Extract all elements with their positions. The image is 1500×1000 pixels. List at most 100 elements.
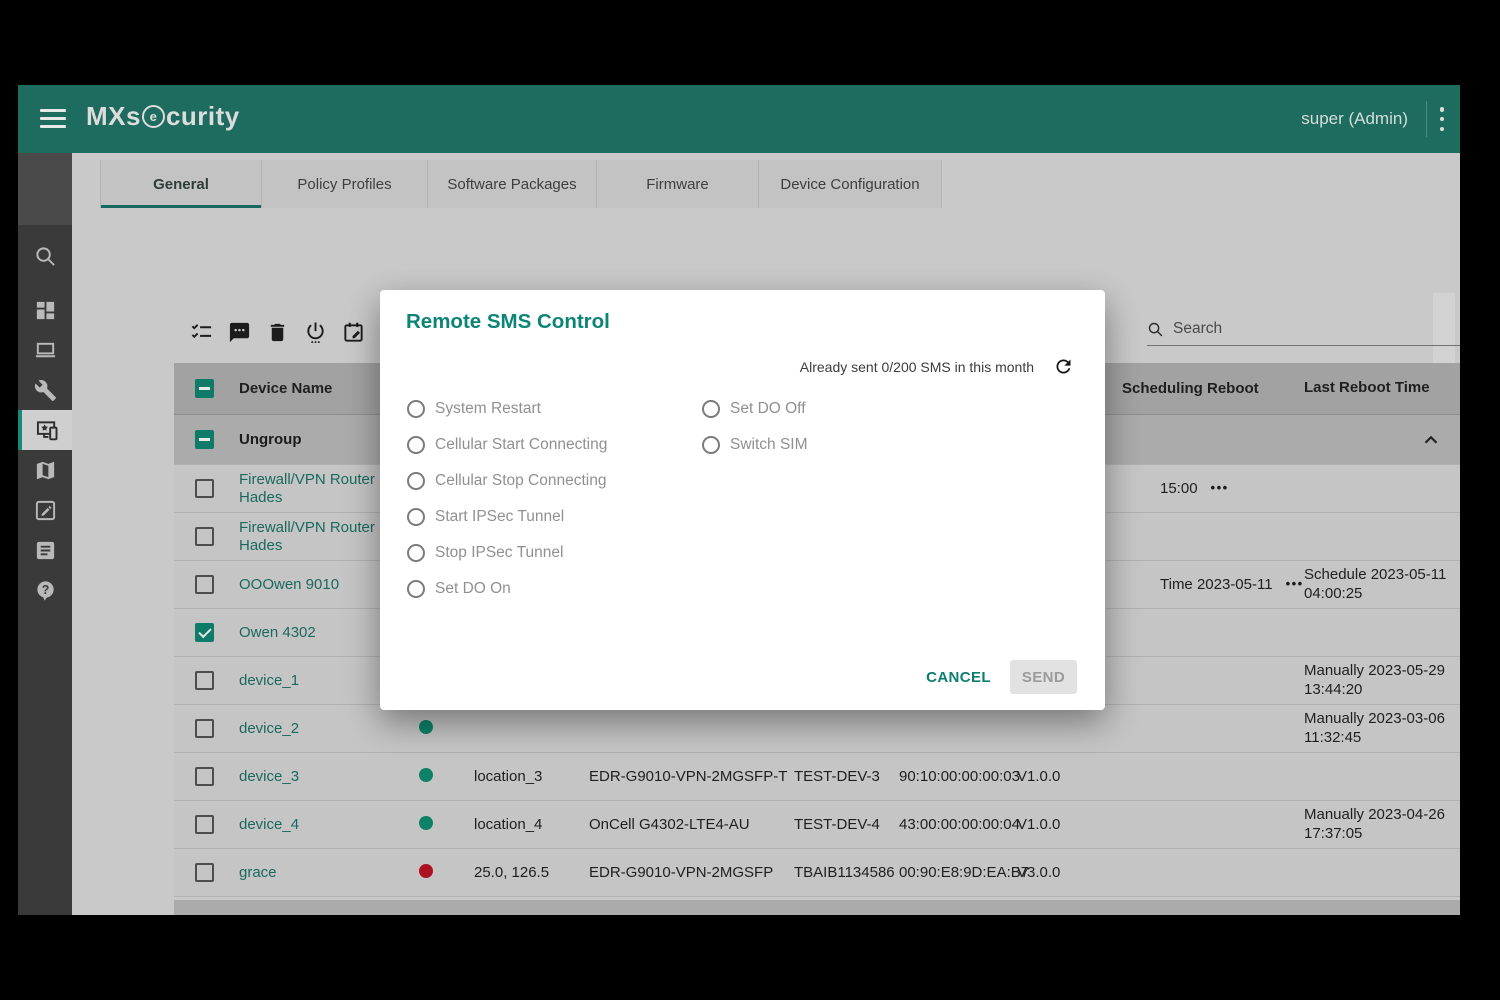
search-icon: [34, 245, 57, 268]
sms-option-stop-ipsec-tunnel[interactable]: Stop IPSec Tunnel: [407, 542, 607, 564]
cell-firmware-version: V1.0.0: [1015, 816, 1102, 833]
sidebar-item-search[interactable]: [18, 236, 72, 276]
cell-firmware-version: V1.0.0: [1015, 768, 1102, 785]
radio-icon[interactable]: [407, 472, 425, 490]
cell-last-reboot-time: Schedule 2023-05-11 04:00:25: [1304, 566, 1460, 604]
row-checkbox[interactable]: [195, 527, 214, 546]
tab-label: Software Packages: [447, 176, 576, 193]
delete-button[interactable]: [258, 313, 296, 351]
search-input[interactable]: [1171, 319, 1455, 339]
svg-text:?: ?: [41, 582, 49, 596]
sms-option-set-do-on[interactable]: Set DO On: [407, 578, 607, 600]
cell-mac: 00:90:E8:9D:EA:B7: [897, 864, 1015, 881]
table-row[interactable]: device_4location_4OnCell G4302-LTE4-AUTE…: [174, 801, 1460, 849]
device-name-link[interactable]: Firewall/VPN Router Hades: [239, 471, 375, 506]
top-bar: MXsecurity super (Admin): [18, 85, 1460, 153]
sms-option-cellular-start-connecting[interactable]: Cellular Start Connecting: [407, 434, 607, 456]
row-checkbox[interactable]: [195, 863, 214, 882]
more-icon[interactable]: •••: [1211, 480, 1229, 495]
send-button[interactable]: SEND: [1010, 660, 1077, 694]
sms-button[interactable]: [220, 313, 258, 351]
device-name-link[interactable]: Owen 4302: [239, 624, 316, 641]
tab-general[interactable]: General: [100, 160, 262, 208]
sms-quota-row: Already sent 0/200 SMS in this month: [800, 356, 1074, 377]
device-name-link[interactable]: OOOwen 9010: [239, 576, 339, 593]
radio-icon[interactable]: [702, 400, 720, 418]
license-icon: [34, 499, 57, 522]
radio-icon[interactable]: [407, 436, 425, 454]
kebab-menu-icon[interactable]: [1432, 107, 1452, 131]
sidebar-item-help[interactable]: ?: [18, 570, 72, 610]
table-row[interactable]: device_2Manually 2023-03-06 11:32:45: [174, 705, 1460, 753]
row-checkbox[interactable]: [195, 623, 214, 642]
device-name-link[interactable]: device_4: [239, 816, 299, 833]
sidebar-item-dashboard[interactable]: [18, 290, 72, 330]
sidebar: ?: [18, 153, 72, 915]
cell-serial: TBAIB1134586: [790, 864, 897, 881]
device-name-link[interactable]: Firewall/VPN Router Hades: [239, 519, 375, 554]
cell-mac: 43:00:00:00:00:04: [897, 816, 1015, 833]
chevron-up-icon[interactable]: [1420, 429, 1442, 451]
topbar-divider: [1426, 101, 1427, 137]
device-name-link[interactable]: grace: [239, 864, 277, 881]
cell-mac: 90:10:00:00:00:03: [897, 768, 1015, 785]
brand-pre: s: [126, 101, 141, 132]
tab-software-packages[interactable]: Software Packages: [428, 160, 597, 208]
help-icon: ?: [34, 579, 57, 602]
sidebar-item-map[interactable]: [18, 450, 72, 490]
device-name-link[interactable]: device_2: [239, 720, 299, 737]
sidebar-item-devices[interactable]: [18, 330, 72, 370]
option-label: Switch SIM: [730, 436, 808, 454]
cancel-button[interactable]: CANCEL: [916, 661, 1001, 694]
sidebar-item-logs[interactable]: [18, 530, 72, 570]
sms-option-start-ipsec-tunnel[interactable]: Start IPSec Tunnel: [407, 506, 607, 528]
sidebar-item-device-management[interactable]: [18, 410, 72, 450]
schedule-edit-button[interactable]: [334, 313, 372, 351]
cell-location: location_3: [472, 768, 587, 785]
checklist-button[interactable]: [182, 313, 220, 351]
table-row[interactable]: grace25.0, 126.5EDR-G9010-VPN-2MGSFPTBAI…: [174, 849, 1460, 897]
row-checkbox[interactable]: [195, 767, 214, 786]
group-checkbox[interactable]: [195, 430, 214, 449]
device-name-link[interactable]: device_1: [239, 672, 299, 689]
tab-policy-profiles[interactable]: Policy Profiles: [262, 160, 428, 208]
hamburger-menu-icon[interactable]: [40, 109, 66, 129]
cell-last-reboot-time: Manually 2023-04-26 17:37:05: [1304, 806, 1460, 844]
device-name-link[interactable]: device_3: [239, 768, 299, 785]
refresh-quota-icon[interactable]: [1053, 356, 1074, 377]
row-checkbox[interactable]: [195, 575, 214, 594]
laptop-icon: [34, 339, 57, 362]
sms-option-system-restart[interactable]: System Restart: [407, 398, 607, 420]
more-icon[interactable]: •••: [1286, 576, 1304, 591]
sms-option-switch-sim[interactable]: Switch SIM: [702, 434, 808, 456]
sms-option-set-do-off[interactable]: Set DO Off: [702, 398, 808, 420]
option-label: System Restart: [435, 400, 541, 418]
group-row[interactable]: test2: [174, 900, 1460, 915]
row-checkbox[interactable]: [195, 671, 214, 690]
sms-icon: [228, 321, 251, 344]
status-dot: [419, 864, 433, 878]
sms-quota-text: Already sent 0/200 SMS in this month: [800, 359, 1034, 375]
sidebar-item-license[interactable]: [18, 490, 72, 530]
row-checkbox[interactable]: [195, 719, 214, 738]
select-all-checkbox[interactable]: [195, 379, 214, 398]
radio-icon[interactable]: [702, 436, 720, 454]
radio-icon[interactable]: [407, 400, 425, 418]
sms-options-right-column: Set DO Off Switch SIM: [702, 398, 808, 470]
sidebar-item-tools[interactable]: [18, 370, 72, 410]
row-checkbox[interactable]: [195, 815, 214, 834]
tab-device-configuration[interactable]: Device Configuration: [759, 160, 942, 208]
header-scheduling-reboot: Scheduling Reboot: [1102, 380, 1304, 397]
table-search[interactable]: [1147, 313, 1460, 346]
remote-sms-control-dialog: Remote SMS Control Already sent 0/200 SM…: [380, 290, 1105, 710]
reboot-button[interactable]: [296, 313, 334, 351]
tab-firmware[interactable]: Firmware: [597, 160, 759, 208]
radio-icon[interactable]: [407, 508, 425, 526]
row-checkbox[interactable]: [195, 479, 214, 498]
radio-icon[interactable]: [407, 544, 425, 562]
table-row[interactable]: device_3location_3EDR-G9010-VPN-2MGSFP-T…: [174, 753, 1460, 801]
chevron-up-icon[interactable]: [1420, 914, 1442, 916]
cell-firmware-version: V3.0.0: [1015, 864, 1102, 881]
radio-icon[interactable]: [407, 580, 425, 598]
sms-option-cellular-stop-connecting[interactable]: Cellular Stop Connecting: [407, 470, 607, 492]
